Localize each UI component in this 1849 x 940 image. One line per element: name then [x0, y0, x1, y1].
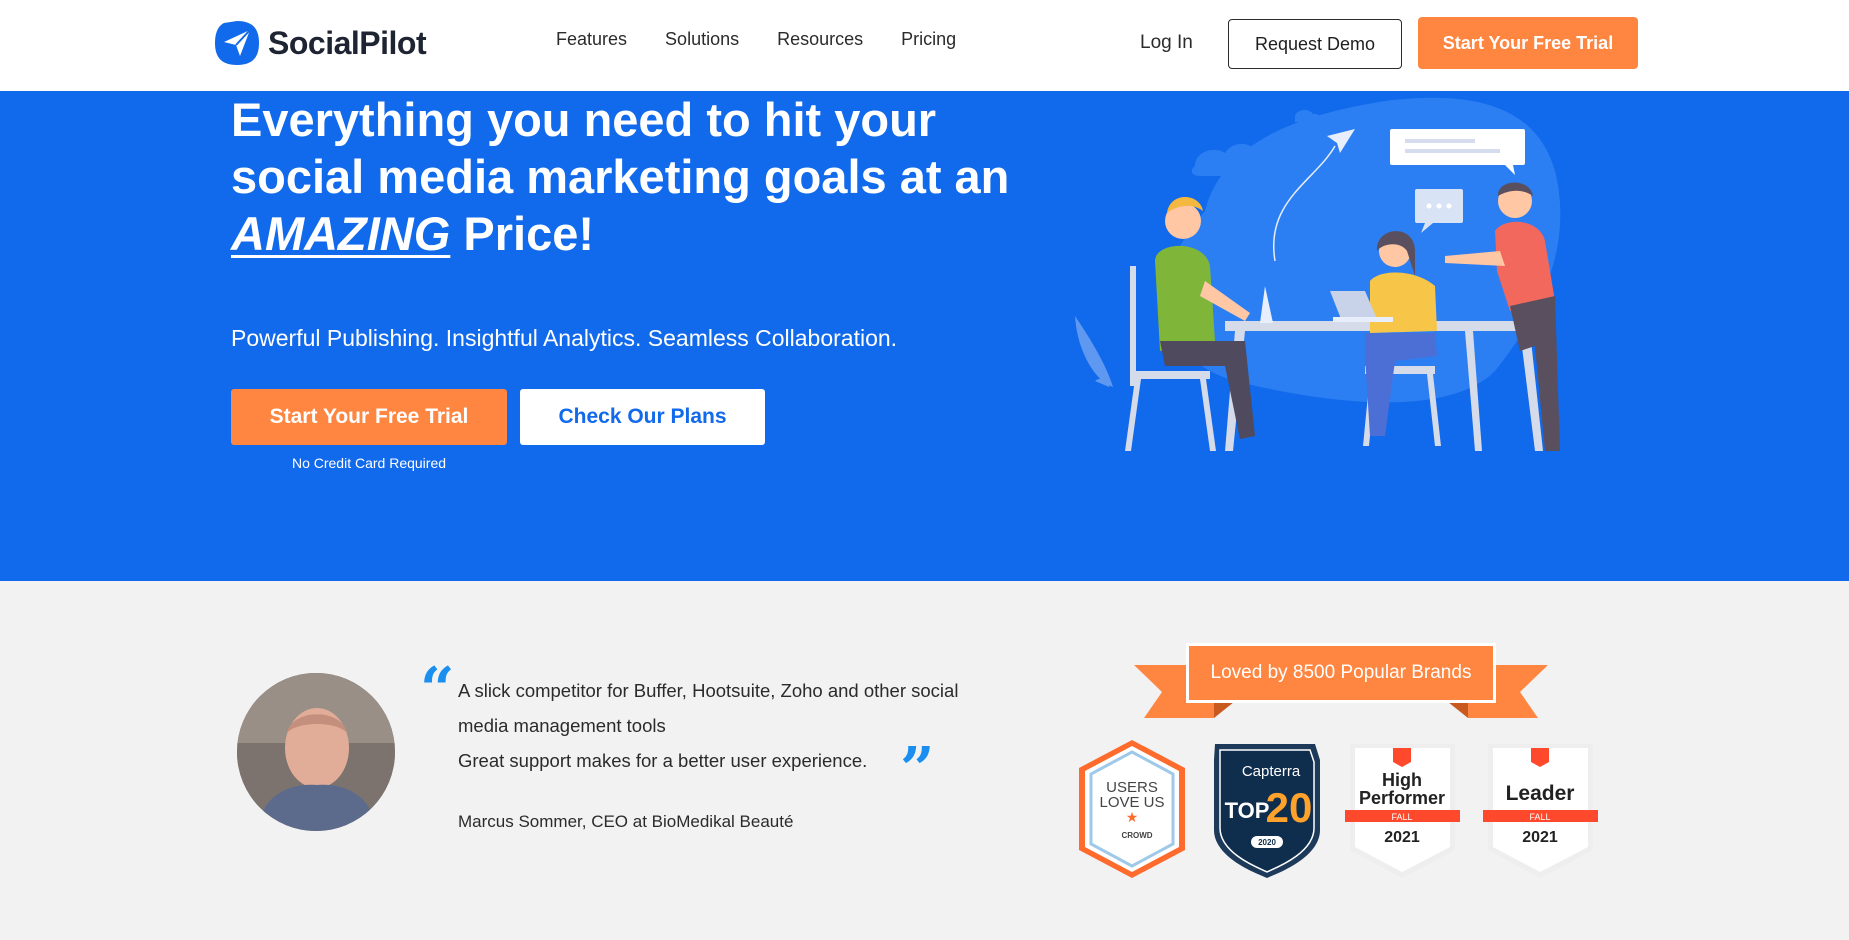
capterra-top20-badge: Capterra TOP 20 2020: [1214, 744, 1320, 878]
badge2-top-text: Capterra: [1242, 763, 1301, 780]
badge4-bottom-text: 2021: [1522, 829, 1558, 846]
customer-photo: [237, 673, 395, 831]
logo-text: SocialPilot: [268, 24, 427, 61]
paper-plane-logo-icon: [215, 21, 259, 65]
main-nav: Features Solutions Resources Pricing: [556, 29, 956, 50]
nav-pricing[interactable]: Pricing: [901, 29, 956, 50]
badge4-top-text: Leader: [1506, 782, 1575, 805]
hero-title-line2: social media marketing goals at an: [231, 150, 1010, 203]
nav-features[interactable]: Features: [556, 29, 627, 50]
header-free-trial-button[interactable]: Start Your Free Trial: [1418, 17, 1638, 69]
team-collaboration-illustration: [1075, 97, 1561, 451]
logo[interactable]: SocialPilot: [212, 18, 427, 68]
close-quote-icon: ”: [900, 735, 935, 805]
nav-solutions[interactable]: Solutions: [665, 29, 739, 50]
hero-title-emphasis: AMAZING: [231, 207, 451, 260]
request-demo-button[interactable]: Request Demo: [1228, 19, 1402, 69]
nav-resources[interactable]: Resources: [777, 29, 863, 50]
hero-title: Everything you need to hit your social m…: [231, 91, 1131, 262]
loved-by-brands-label: Loved by 8500 Popular Brands: [1186, 643, 1496, 703]
no-credit-card-note: No Credit Card Required: [291, 455, 447, 471]
leader-badge: Leader FALL 2021: [1483, 744, 1598, 878]
customer-avatar: [237, 673, 395, 831]
badge2-big-text: 20: [1266, 784, 1313, 831]
badge2-mid-text: TOP: [1225, 798, 1270, 823]
star-icon: ★: [1126, 809, 1139, 825]
testimonial-line1: A slick competitor for Buffer, Hootsuite…: [458, 680, 959, 736]
badge3-mid-text: Performer: [1359, 788, 1445, 808]
badge1-bottom-text: CROWD: [1121, 831, 1152, 840]
site-header: SocialPilot Features Solutions Resources…: [0, 0, 1849, 91]
hero-free-trial-button[interactable]: Start Your Free Trial: [231, 389, 507, 445]
high-performer-badge: High Performer FALL 2021: [1345, 744, 1460, 878]
badge3-top-text: High: [1382, 770, 1422, 790]
hero-subtitle: Powerful Publishing. Insightful Analytic…: [231, 325, 898, 351]
hero-section: Everything you need to hit your social m…: [0, 91, 1849, 581]
award-badges: USERS LOVE US ★ CROWD Capterra TOP 20 20…: [1079, 740, 1598, 878]
testimonial-author: Marcus Sommer, CEO at BioMedikal Beauté: [458, 812, 794, 831]
badge2-bottom-text: 2020: [1258, 838, 1276, 847]
login-link[interactable]: Log In: [1140, 32, 1193, 54]
badge3-band-text: FALL: [1391, 812, 1412, 822]
badge4-band-text: FALL: [1529, 812, 1550, 822]
users-love-us-badge: USERS LOVE US ★ CROWD: [1079, 740, 1185, 878]
hero-title-end: Price!: [450, 207, 594, 260]
check-plans-button[interactable]: Check Our Plans: [520, 389, 765, 445]
open-quote-icon: “: [420, 655, 455, 725]
hero-title-line1: Everything you need to hit your: [231, 93, 937, 146]
badge3-bottom-text: 2021: [1384, 829, 1420, 846]
